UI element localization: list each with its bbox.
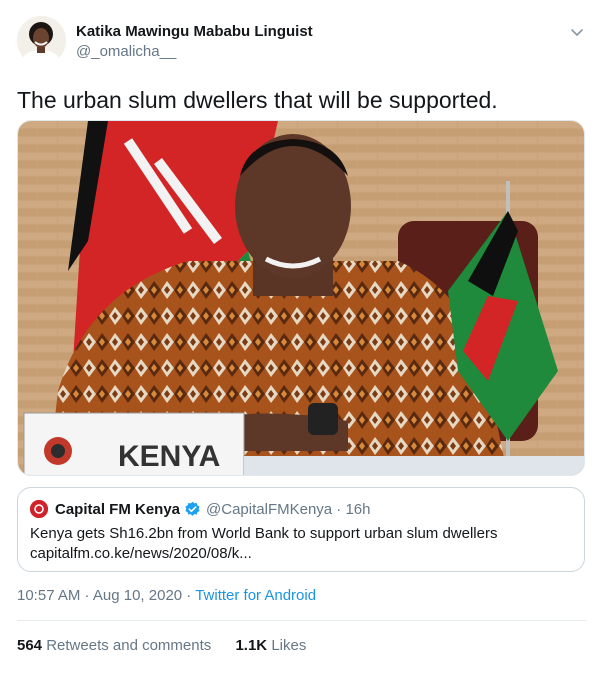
author-display-name[interactable]: Katika Mawingu Mababu Linguist: [76, 22, 313, 42]
tweet-text: The urban slum dwellers that will be sup…: [17, 87, 498, 113]
tweet-source-link[interactable]: Twitter for Android: [195, 587, 316, 604]
retweets-stat[interactable]: 564 Retweets and comments: [17, 637, 211, 654]
quoted-tweet-body: Kenya gets Sh16.2bn from World Bank to s…: [30, 524, 497, 564]
quoted-tweet-header: Capital FM Kenya @CapitalFMKenya · 16h: [30, 499, 371, 519]
retweets-label: Retweets and comments: [46, 637, 212, 654]
likes-label: Likes: [271, 637, 307, 654]
quoted-tweet-text: Kenya gets Sh16.2bn from World Bank to s…: [30, 525, 498, 542]
placard-text: KENYA: [118, 440, 220, 473]
avatar[interactable]: [17, 16, 66, 65]
tweet-card: Katika Mawingu Mababu Linguist @_omalich…: [0, 0, 603, 677]
tweet-header: Katika Mawingu Mababu Linguist @_omalich…: [17, 14, 589, 66]
quoted-tweet-link[interactable]: capitalfm.co.ke/news/2020/08/k...: [30, 544, 497, 564]
author-handle[interactable]: @_omalicha__: [76, 42, 313, 62]
tweet-stats: 564 Retweets and comments 1.1K Likes: [17, 637, 306, 654]
divider: [17, 620, 586, 621]
likes-count: 1.1K: [235, 637, 268, 654]
chevron-down-icon[interactable]: [569, 24, 585, 40]
quoted-tweet[interactable]: Capital FM Kenya @CapitalFMKenya · 16h K…: [17, 487, 585, 572]
likes-stat[interactable]: 1.1K Likes: [235, 637, 306, 654]
tweet-image[interactable]: KENYA: [17, 120, 585, 476]
tweet-timestamp[interactable]: 10:57 AM · Aug 10, 2020 ·: [17, 587, 195, 604]
verified-badge-icon: [184, 501, 201, 518]
retweets-count: 564: [17, 637, 43, 654]
quoted-author-name[interactable]: Capital FM Kenya: [55, 501, 180, 518]
author-names: Katika Mawingu Mababu Linguist @_omalich…: [76, 22, 313, 62]
tweet-meta: 10:57 AM · Aug 10, 2020 · Twitter for An…: [17, 587, 316, 604]
capital-fm-logo: [30, 500, 48, 518]
quoted-handle-time[interactable]: @CapitalFMKenya · 16h: [206, 501, 370, 518]
